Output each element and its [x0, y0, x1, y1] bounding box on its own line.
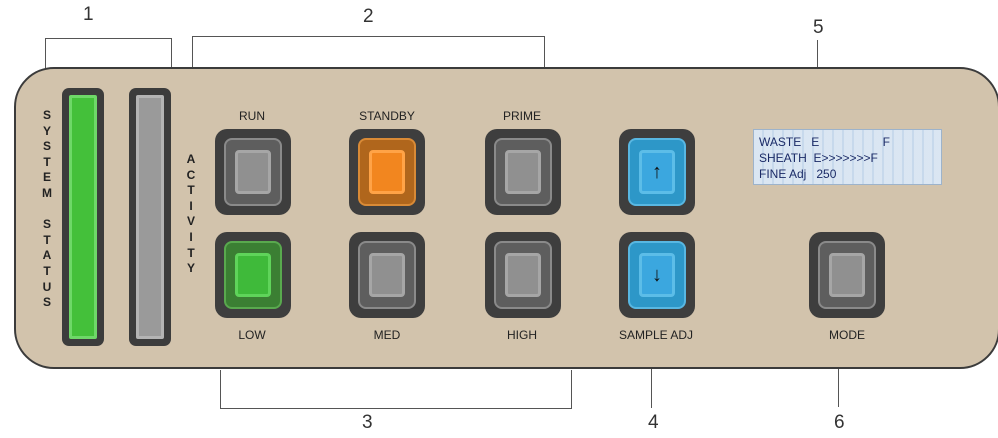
- prime-label: PRIME: [502, 109, 541, 123]
- arrow-down-icon: ↓: [652, 264, 662, 286]
- lcd-row-sheath: SHEATH E>>>>>>>F: [759, 151, 878, 165]
- activity-label: A C T I V I T Y: [186, 152, 196, 276]
- bracket-3: [220, 370, 572, 409]
- activity-bar: [129, 88, 171, 346]
- run-button[interactable]: [215, 129, 291, 215]
- callout-2: 2: [363, 6, 374, 27]
- high-label: HIGH: [507, 328, 537, 342]
- arrow-up-icon: ↑: [652, 161, 662, 183]
- low-button[interactable]: [215, 232, 291, 318]
- lcd-row-fine-adj: FINE Adj 250: [759, 167, 837, 181]
- callout-1: 1: [83, 4, 94, 25]
- callout-4: 4: [648, 412, 659, 433]
- system-status-bar: [62, 88, 104, 346]
- med-label: MED: [373, 328, 401, 342]
- bracket-1: [45, 38, 172, 69]
- high-button[interactable]: [485, 232, 561, 318]
- run-label: RUN: [239, 109, 265, 123]
- standby-button[interactable]: [349, 129, 425, 215]
- low-label: LOW: [238, 328, 266, 342]
- standby-label: STANDBY: [359, 109, 415, 123]
- prime-button[interactable]: [485, 129, 561, 215]
- mode-label: MODE: [829, 328, 865, 342]
- system-status-label: S Y S T E M S T A T U S: [42, 108, 52, 310]
- callout-3: 3: [362, 412, 373, 433]
- lcd-row-waste: WASTE E F: [759, 135, 890, 149]
- callout-5: 5: [813, 17, 824, 38]
- callout-6: 6: [834, 412, 845, 433]
- sample-adjust-down-button[interactable]: ↓: [619, 232, 695, 318]
- mode-button[interactable]: [809, 232, 885, 318]
- lcd-display: WASTE E F SHEATH E>>>>>>>F FINE Adj 250: [753, 129, 942, 185]
- bracket-2: [192, 36, 545, 69]
- med-button[interactable]: [349, 232, 425, 318]
- sample-adj-label: SAMPLE ADJ: [618, 328, 694, 342]
- sample-adjust-up-button[interactable]: ↑: [619, 129, 695, 215]
